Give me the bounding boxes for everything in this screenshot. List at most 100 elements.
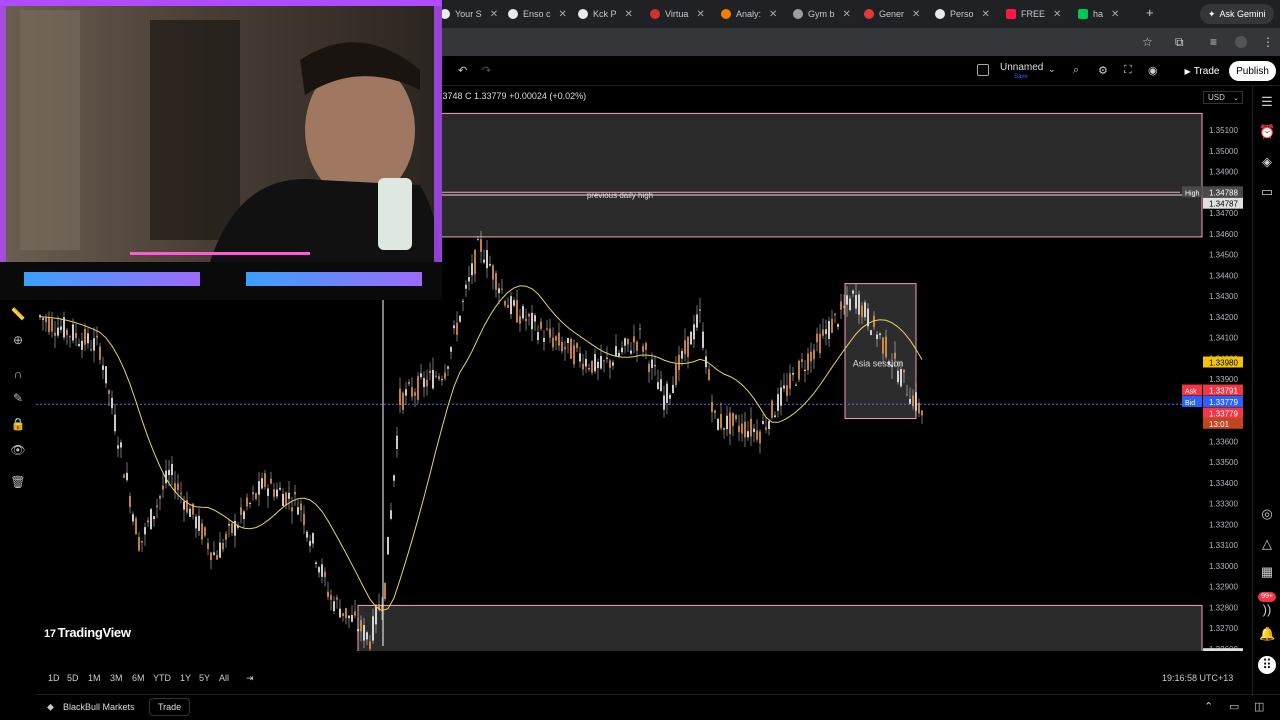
candle-body — [900, 369, 902, 387]
range-ytd[interactable]: YTD — [153, 673, 171, 683]
broker-trade-button[interactable]: Trade — [149, 698, 191, 716]
triangle-icon[interactable]: △ — [1259, 536, 1275, 552]
camera-icon[interactable]: ◉ — [1148, 64, 1158, 77]
browser-tab[interactable]: Gym b ✕ — [793, 4, 851, 24]
range-all[interactable]: All — [219, 673, 229, 683]
profile-avatar[interactable] — [1235, 36, 1247, 48]
range-1y[interactable]: 1Y — [180, 673, 191, 683]
browser-tab[interactable]: Kck P ✕ — [578, 4, 633, 24]
chat-icon[interactable]: ▭ — [1259, 184, 1275, 200]
price-tick-label: 1.32700 — [1209, 624, 1238, 633]
ask-gemini-button[interactable]: ✦ Ask Gemini — [1200, 4, 1274, 24]
calendar-icon[interactable]: ▦ — [1259, 564, 1275, 580]
browser-tab[interactable]: Virtua ✕ — [650, 4, 705, 24]
candle-body — [99, 346, 101, 360]
candle-body — [507, 304, 509, 309]
maximize-icon[interactable]: ▭ — [1229, 700, 1239, 713]
close-icon[interactable]: ✕ — [912, 9, 920, 20]
browser-tab[interactable]: Enso c ✕ — [508, 4, 567, 24]
layers-icon[interactable]: ◈ — [1259, 154, 1275, 170]
candle-body — [72, 324, 74, 341]
calendar-range-icon[interactable]: ⇥ — [246, 673, 254, 684]
pencil-icon[interactable]: ✎ — [10, 391, 26, 407]
candle-body — [297, 507, 299, 515]
close-icon[interactable]: ✕ — [1053, 9, 1061, 20]
range-6m[interactable]: 6M — [132, 673, 145, 683]
candle-body — [195, 516, 197, 529]
browser-tab[interactable]: Analy: ✕ — [721, 4, 777, 24]
close-icon[interactable]: ✕ — [1111, 9, 1119, 20]
close-icon[interactable]: ✕ — [696, 9, 704, 20]
notifications-icon[interactable]: 🔔 — [1259, 626, 1275, 642]
trade-button[interactable]: ▶ Trade — [1177, 61, 1227, 81]
broadcast-icon[interactable]: )) — [1259, 602, 1275, 618]
quick-search-icon[interactable]: ⌕ — [1073, 64, 1079, 77]
publish-button[interactable]: Publish — [1229, 61, 1276, 81]
candle-body — [129, 496, 131, 508]
more-menu-icon[interactable]: ⋮ — [1262, 35, 1274, 49]
price-tick-label: 1.33100 — [1209, 541, 1238, 550]
target-icon[interactable]: ◎ — [1259, 506, 1275, 522]
candle-body — [357, 628, 359, 632]
fullscreen-icon[interactable]: ⛶ — [1124, 64, 1132, 77]
layout-panel-icon[interactable]: ◫ — [1254, 700, 1264, 713]
price-tick-label: 1.33300 — [1209, 500, 1238, 509]
close-icon[interactable]: ✕ — [843, 9, 851, 20]
close-icon[interactable]: ✕ — [769, 9, 777, 20]
ruler-icon[interactable]: 📏 — [10, 307, 26, 323]
currency-selector[interactable]: USD ⌄ — [1203, 91, 1243, 104]
candle-body — [717, 418, 719, 430]
utc-clock[interactable]: 19:16:58 UTC+13 — [1162, 673, 1233, 683]
range-1d[interactable]: 1D — [48, 673, 60, 683]
zoom-in-icon[interactable]: ⊕ — [10, 333, 26, 349]
eye-icon[interactable]: 👁 — [10, 443, 26, 459]
candle-body — [336, 597, 338, 600]
browser-tab[interactable]: Your S ✕ — [440, 4, 498, 24]
collapse-icon[interactable]: ⌃ — [1204, 700, 1213, 713]
frame-top — [0, 0, 442, 6]
candle-body — [846, 295, 848, 305]
settings-icon[interactable]: ⚙ — [1098, 64, 1108, 77]
watchlist-icon[interactable]: ☰ — [1259, 94, 1275, 110]
lock-icon[interactable]: 🔒 — [10, 417, 26, 433]
webcam-overlay — [0, 0, 442, 300]
alerts-icon[interactable]: ⏰ — [1259, 124, 1275, 140]
candle-body — [81, 340, 83, 350]
close-icon[interactable]: ✕ — [490, 9, 498, 20]
candle-body — [747, 431, 749, 438]
browser-tab[interactable]: Perso ✕ — [935, 4, 990, 24]
candle-body — [624, 338, 626, 346]
apps-icon[interactable]: ⠿ — [1258, 656, 1276, 674]
candle-body — [267, 488, 269, 496]
candle-body — [615, 346, 617, 356]
undo-icon[interactable]: ↶ — [458, 64, 467, 77]
media-icon[interactable]: ≡ — [1210, 35, 1217, 49]
candle-body — [804, 369, 806, 371]
candle-body — [471, 263, 473, 276]
star-icon[interactable]: ☆ — [1142, 35, 1153, 49]
candle-body — [630, 350, 632, 354]
browser-tab[interactable]: Gener ✕ — [864, 4, 920, 24]
browser-tab[interactable]: ha ✕ — [1078, 4, 1119, 24]
browser-tab[interactable]: FREE ✕ — [1006, 4, 1061, 24]
redo-icon[interactable]: ↷ — [482, 64, 491, 77]
trash-icon[interactable]: 🗑 — [10, 475, 26, 491]
chevron-down-icon[interactable]: ⌄ — [1048, 64, 1056, 75]
range-1m[interactable]: 1M — [88, 673, 101, 683]
close-icon[interactable]: ✕ — [559, 9, 567, 20]
bar-countdown-tag-value: 13:01 — [1209, 420, 1230, 429]
price-tick-label: 1.34400 — [1209, 271, 1238, 280]
new-tab-icon[interactable]: + — [1146, 5, 1154, 20]
range-3m[interactable]: 3M — [110, 673, 123, 683]
candle-body — [582, 363, 584, 370]
range-5y[interactable]: 5Y — [199, 673, 210, 683]
range-5d[interactable]: 5D — [67, 673, 79, 683]
broker-name[interactable]: BlackBull Markets — [63, 702, 135, 712]
layout-name[interactable]: Unnamed — [1000, 62, 1043, 73]
layout-icon[interactable] — [977, 64, 989, 76]
close-icon[interactable]: ✕ — [625, 9, 633, 20]
candle-body — [273, 489, 275, 497]
extension-icon[interactable]: ⧉ — [1175, 35, 1184, 50]
close-icon[interactable]: ✕ — [982, 9, 990, 20]
magnet-icon[interactable]: ∩ — [10, 367, 26, 383]
